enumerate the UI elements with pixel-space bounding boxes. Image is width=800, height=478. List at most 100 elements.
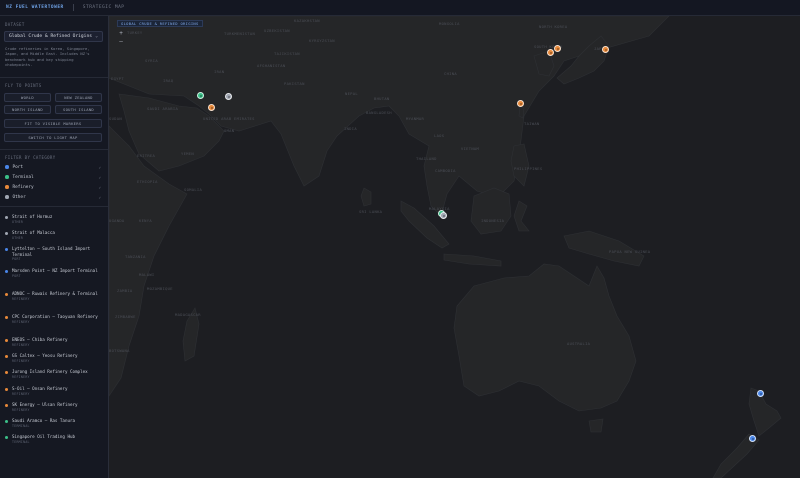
zoom-in-button[interactable]: + bbox=[117, 29, 125, 37]
filter-other[interactable]: Other ✓ bbox=[5, 193, 103, 201]
map-label: SAUDI ARABIA bbox=[147, 106, 179, 111]
flyto-new-zealand-button[interactable]: NEW ZEALAND bbox=[55, 93, 102, 102]
tab-strategic-map[interactable]: STRATEGIC MAP bbox=[83, 5, 125, 10]
marker-strait-of-hormuz[interactable] bbox=[225, 93, 232, 100]
map-label: IRAN bbox=[214, 69, 225, 74]
list-item[interactable]: GS Caltex — Yeosu Refinery REFINERY bbox=[5, 353, 105, 363]
list-item[interactable]: Lyttelton — South Island Import Terminal… bbox=[5, 246, 105, 262]
active-dataset-tag: GLOBAL CRUDE & REFINED ORIGINS bbox=[117, 20, 203, 27]
map-label: TANZANIA bbox=[125, 254, 146, 259]
map-label: AFGHANISTAN bbox=[257, 63, 286, 68]
list-item-type: PORT bbox=[12, 273, 21, 278]
marker-refinery-ruwais[interactable] bbox=[208, 104, 215, 111]
marker-refinery-yeosu[interactable] bbox=[547, 49, 554, 56]
marker-refinery-ulsan[interactable] bbox=[554, 45, 561, 52]
list-item[interactable]: Strait of Malacca OTHER bbox=[5, 230, 105, 240]
list-item[interactable]: ENEOS — Chiba Refinery REFINERY bbox=[5, 337, 105, 347]
map-label: LAOS bbox=[434, 133, 445, 138]
terminal-dot-icon bbox=[5, 175, 9, 179]
refinery-dot-icon bbox=[5, 338, 8, 342]
list-item-type: REFINERY bbox=[12, 391, 30, 396]
checkbox-icon[interactable]: ✓ bbox=[99, 165, 101, 170]
list-item[interactable]: Jurong Island Refinery Complex REFINERY bbox=[5, 369, 105, 379]
list-item-type: REFINERY bbox=[12, 407, 30, 412]
checkbox-icon[interactable]: ✓ bbox=[99, 195, 101, 200]
map-label: MYANMAR bbox=[406, 116, 425, 121]
flyto-north-island-button[interactable]: NORTH ISLAND bbox=[4, 105, 51, 114]
checkbox-icon[interactable]: ✓ bbox=[99, 185, 101, 190]
list-item-name: ADNOC — Ruwais Refinery & Terminal bbox=[12, 291, 98, 296]
map-label: IRAQ bbox=[163, 78, 174, 83]
map-label: VIETNAM bbox=[461, 146, 480, 151]
map-label: PHILIPPINES bbox=[514, 166, 543, 171]
list-item-type: REFINERY bbox=[12, 319, 30, 324]
map-label: AUSTRALIA bbox=[567, 341, 591, 346]
filter-label: FILTER BY CATEGORY bbox=[5, 155, 56, 160]
filter-terminal[interactable]: Terminal ✓ bbox=[5, 173, 103, 181]
marker-port-lyttelton[interactable] bbox=[749, 435, 756, 442]
map-label: MONGOLIA bbox=[439, 21, 460, 26]
map-label: TAJIKISTAN bbox=[274, 51, 300, 56]
map-label: MADAGASCAR bbox=[175, 312, 201, 317]
marker-terminal-ras-tanura[interactable] bbox=[197, 92, 204, 99]
list-item[interactable]: Marsden Point — NZ Import Terminal PORT bbox=[5, 268, 105, 278]
dataset-select[interactable]: Global Crude & Refined Origins ⌄ bbox=[4, 31, 103, 42]
list-item-name: Lyttelton — South Island Import Terminal bbox=[12, 246, 91, 257]
map-label: UGANDA bbox=[109, 218, 125, 223]
zoom-out-button[interactable]: — bbox=[117, 37, 125, 45]
map-label: THAILAND bbox=[416, 156, 437, 161]
map-label: UNITED ARAB EMIRATES bbox=[203, 116, 255, 121]
map-label: ZAMBIA bbox=[117, 288, 133, 293]
list-item[interactable]: Singapore Oil Trading Hub TERMINAL bbox=[5, 434, 105, 444]
top-bar: NZ FUEL WATERTOWER STRATEGIC MAP bbox=[0, 0, 800, 16]
list-item[interactable]: CPC Corporation — Taoyuan Refinery REFINE… bbox=[5, 314, 105, 324]
map-label: OMAN bbox=[224, 128, 235, 133]
map-label: TURKMENISTAN bbox=[224, 31, 256, 36]
map-label: KYRGYZSTAN bbox=[309, 38, 335, 43]
other-dot-icon bbox=[5, 195, 9, 199]
list-item-type: TERMINAL bbox=[12, 439, 30, 444]
refinery-dot-icon bbox=[5, 370, 8, 374]
flyto-south-island-button[interactable]: SOUTH ISLAND bbox=[55, 105, 102, 114]
map-label: PAPUA NEW GUINEA bbox=[609, 249, 651, 254]
refinery-dot-icon bbox=[5, 403, 8, 407]
map-label: NORTH KOREA bbox=[539, 24, 568, 29]
list-item[interactable]: Strait of Hormuz OTHER bbox=[5, 214, 105, 224]
marker-strait-of-malacca[interactable] bbox=[440, 212, 447, 219]
list-item[interactable]: Saudi Aramco — Ras Tanura TERMINAL bbox=[5, 418, 105, 428]
list-item[interactable]: SK Energy — Ulsan Refinery REFINERY bbox=[5, 402, 105, 412]
app-title: NZ FUEL WATERTOWER bbox=[6, 5, 64, 10]
list-item-type: REFINERY bbox=[12, 374, 30, 379]
refinery-dot-icon bbox=[5, 354, 8, 358]
list-item[interactable]: S-Oil — Onsan Refinery REFINERY bbox=[5, 386, 105, 396]
filter-refinery[interactable]: Refinery ✓ bbox=[5, 183, 103, 191]
fit-markers-button[interactable]: FIT TO VISIBLE MARKERS bbox=[4, 119, 102, 128]
light-map-toggle-button[interactable]: SWITCH TO LIGHT MAP bbox=[4, 133, 102, 142]
port-dot-icon bbox=[5, 247, 8, 251]
filter-other-label: Other bbox=[12, 194, 26, 200]
marker-refinery-taoyuan[interactable] bbox=[517, 100, 524, 107]
checkbox-icon[interactable]: ✓ bbox=[99, 175, 101, 180]
dataset-label: DATASET bbox=[5, 22, 25, 27]
basemap bbox=[109, 16, 782, 478]
list-item-type: REFINERY bbox=[12, 296, 30, 301]
map-label: SRI LANKA bbox=[359, 209, 383, 214]
marker-refinery-chiba[interactable] bbox=[602, 46, 609, 53]
map-label: YEMEN bbox=[181, 151, 194, 156]
flyto-world-button[interactable]: WORLD bbox=[4, 93, 51, 102]
list-item[interactable]: ADNOC — Ruwais Refinery & Terminal REFINE… bbox=[5, 291, 105, 301]
map-label: EGYPT bbox=[111, 76, 124, 81]
map-label: KENYA bbox=[139, 218, 152, 223]
terminal-dot-icon bbox=[5, 419, 8, 423]
refinery-dot-icon bbox=[5, 315, 8, 319]
sidebar: DATASET Global Crude & Refined Origins ⌄… bbox=[0, 16, 109, 478]
map-canvas[interactable]: TURKEY SYRIA IRAQ IRAN TURKMENISTAN UZBE… bbox=[109, 16, 800, 478]
map-label: ZIMBABWE bbox=[115, 314, 136, 319]
map-label: SOMALIA bbox=[184, 187, 203, 192]
filter-port[interactable]: Port ✓ bbox=[5, 163, 103, 171]
map-label: TAIWAN bbox=[524, 121, 540, 126]
marker-port-marsden-point[interactable] bbox=[757, 390, 764, 397]
refinery-dot-icon bbox=[5, 292, 8, 296]
filter-terminal-label: Terminal bbox=[12, 174, 34, 180]
refinery-dot-icon bbox=[5, 185, 9, 189]
